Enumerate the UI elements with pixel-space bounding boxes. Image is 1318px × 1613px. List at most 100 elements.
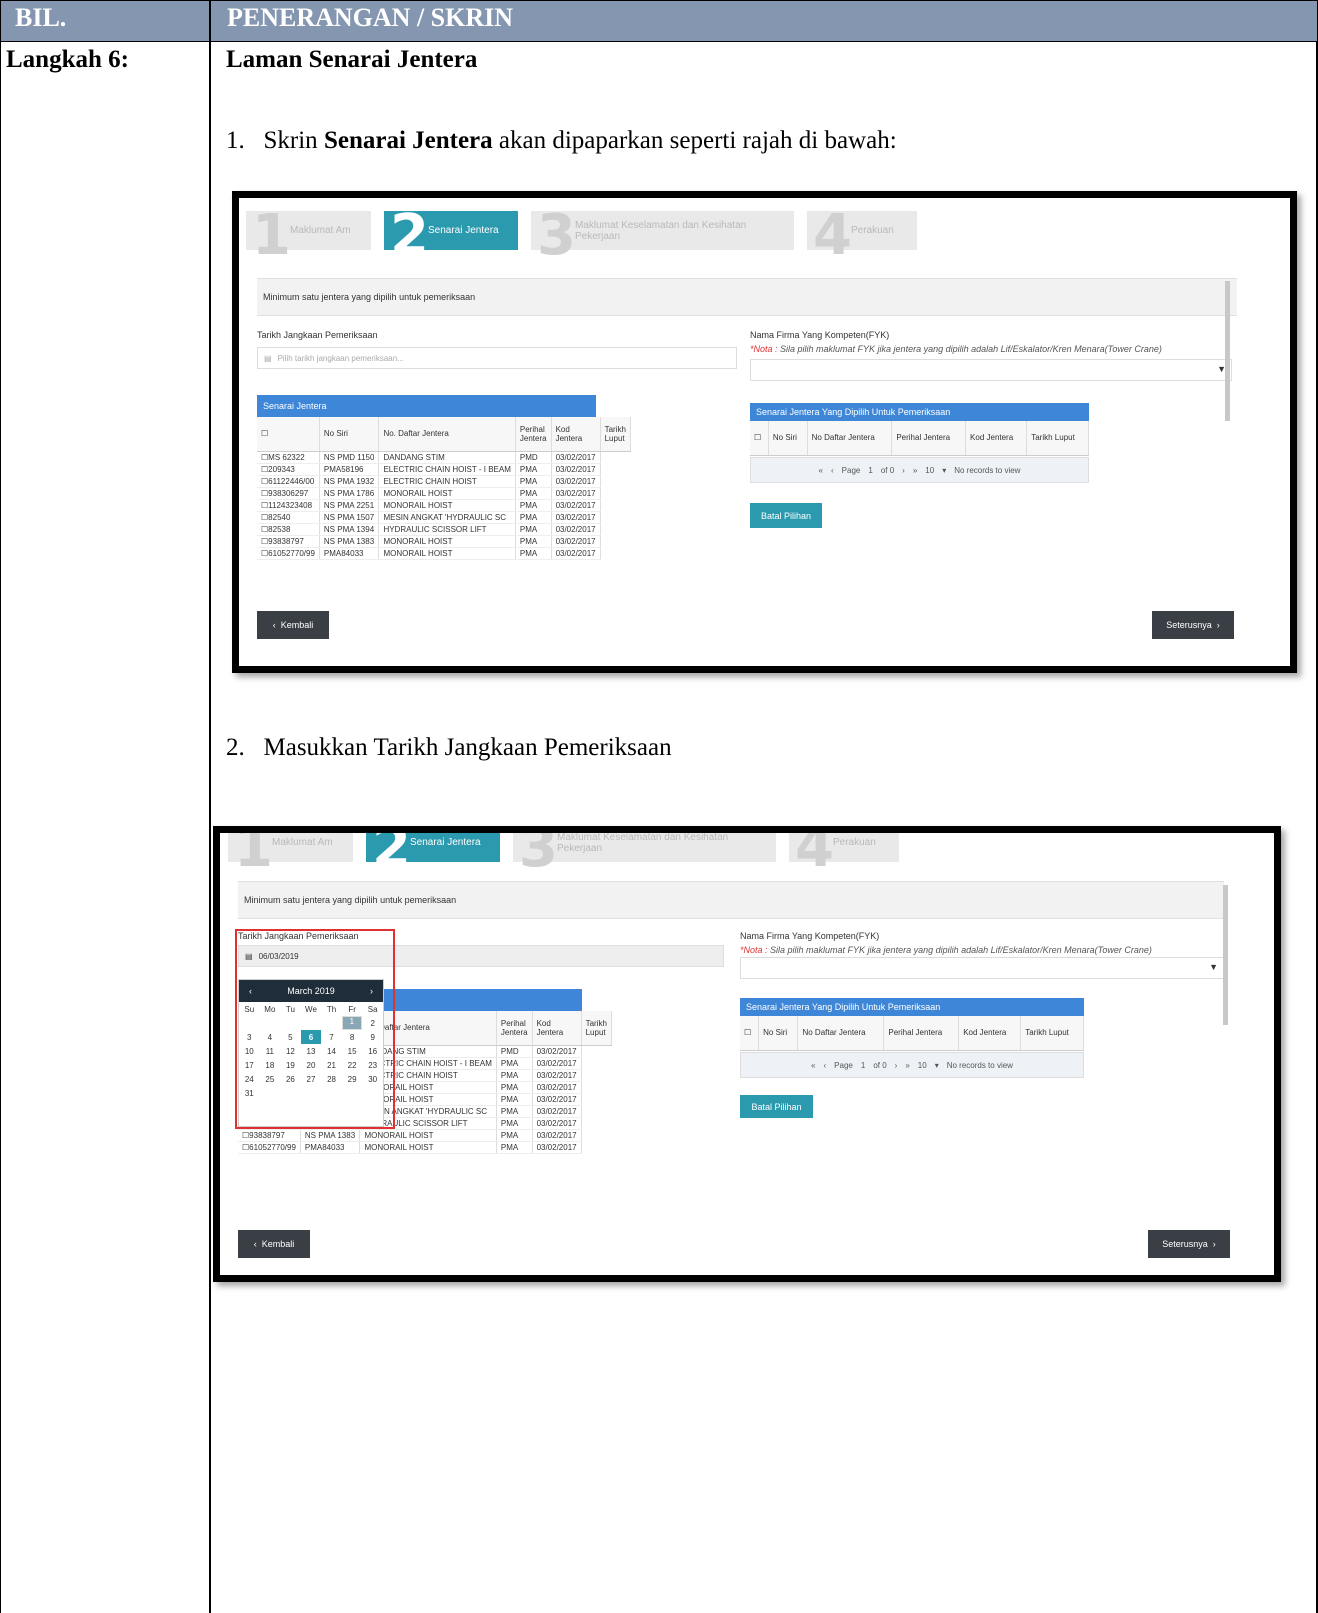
batal-pilihan-button[interactable]: Batal Pilihan (750, 503, 822, 528)
wizard-step-4-number: 4 (813, 203, 852, 268)
row-checkbox[interactable]: ☐61122446/00 (257, 475, 320, 488)
wizard-step-2[interactable]: 2 Senarai Jentera (384, 203, 518, 268)
wizard-step-3b[interactable]: 3 Maklumat Keselamatan dan Kesihatan Peke… (513, 833, 776, 880)
column-header[interactable]: No Daftar Jentera (807, 421, 893, 456)
table-row[interactable]: ☐61052770/99 PMA84033 MONORAIL HOIST PMA 03/… (257, 547, 630, 560)
column-header[interactable]: Kod Jentera (532, 1011, 582, 1046)
row-checkbox[interactable]: ☐93838797 (238, 1129, 301, 1142)
table-cell: 03/02/2017 (551, 463, 601, 476)
seterusnya-button-2[interactable]: Seterusnya › (1148, 1230, 1230, 1258)
row-checkbox[interactable]: ☐938306297 (257, 487, 320, 500)
nota-text-2: Sila pilih maklumat FYK jika jentera yan… (767, 945, 1152, 955)
row-checkbox[interactable]: ☐209343 (257, 463, 320, 476)
table-row[interactable]: ☐938306297NS PMA 1786MONORAIL HOISTPMA03… (257, 487, 630, 500)
column-header[interactable]: Perihal Jentera (515, 417, 552, 452)
column-header[interactable]: No Daftar Jentera (797, 1016, 885, 1051)
table-cell: PMA (515, 535, 552, 548)
table-cell: PMA (496, 1141, 533, 1154)
table-cell: PMA (496, 1117, 533, 1130)
column-header[interactable]: Perihal Jentera (891, 421, 967, 456)
select-all-checkbox[interactable]: ☐ (257, 417, 320, 452)
column-header[interactable]: No Siri (319, 417, 380, 452)
table-cell: MONORAIL HOIST (359, 1129, 497, 1142)
select-all-checkbox[interactable]: ☐ (750, 421, 769, 456)
header-col-bil: BIL. (1, 1, 211, 41)
wizard-step-2b[interactable]: 2 Senarai Jentera (366, 833, 500, 880)
table-row[interactable]: ☐MS 62322NS PMD 1150DANDANG STIMPMD03/02… (257, 451, 630, 464)
table-row[interactable]: ☐1124323408NS PMA 2251MONORAIL HOISTPMA0… (257, 499, 630, 512)
table-cell: PMA (515, 475, 552, 488)
table-cell: 03/02/2017 (551, 547, 601, 560)
column-header[interactable]: Tarikh Luput (600, 417, 631, 452)
table-cell: DANDANG STIM (378, 451, 516, 464)
firm-select-2[interactable]: ▼ (740, 957, 1224, 979)
seterusnya-button[interactable]: Seterusnya › (1152, 611, 1234, 639)
table-row[interactable]: ☐82540NS PMA 1507MESIN ANGKAT 'HYDRAULIC… (257, 511, 630, 524)
prev-page-icon[interactable]: ‹ (824, 1061, 827, 1070)
row-checkbox[interactable]: ☐61052770/99 (238, 1141, 301, 1154)
wizard-step-1b-number: 1 (234, 826, 273, 880)
wizard-step-1b[interactable]: 1 Maklumat Am (228, 833, 353, 880)
next-page-icon[interactable]: › (895, 1061, 898, 1070)
wizard-step-4b[interactable]: 4 Perakuan (789, 833, 899, 880)
row-checkbox[interactable]: ☐93838797 (257, 535, 320, 548)
instruction-1-bold: Senarai Jentera (323, 127, 493, 154)
table-cell: PMA (496, 1081, 533, 1094)
table-row[interactable]: ☐61052770/99 PMA84033 MONORAIL HOIST PMA 03/… (238, 1141, 611, 1154)
last-page-icon[interactable]: » (905, 1061, 909, 1070)
kembali-button-2[interactable]: ‹ Kembali (238, 1230, 310, 1258)
page-word-2: Page (834, 1060, 853, 1070)
info-band: Minimum satu jentera yang dipilih untuk … (257, 278, 1237, 316)
table-row[interactable]: ☐61122446/00NS PMA 1932ELECTRIC CHAIN HO… (257, 475, 630, 488)
seterusnya-label: Seterusnya (1166, 620, 1212, 630)
table-cell: MESIN ANGKAT 'HYDRAULIC SC (378, 511, 516, 524)
column-header[interactable]: Tarikh Luput (581, 1011, 612, 1046)
column-header[interactable]: No Siri (768, 421, 808, 456)
column-header[interactable]: No Siri (758, 1016, 799, 1051)
table-cell: PMA (515, 547, 552, 560)
wizard-step-1[interactable]: 1 Maklumat Am (246, 203, 371, 268)
select-all-checkbox[interactable]: ☐ (740, 1016, 760, 1051)
wizard-step-4[interactable]: 4 Perakuan (807, 203, 917, 268)
table-header-row: ☐ No Siri No Daftar Jentera Perihal Jentera… (740, 1016, 1084, 1051)
wizard-step-3[interactable]: 3 Maklumat Keselamatan dan Kesihatan Peke… (531, 203, 794, 268)
page-number-2[interactable]: 1 (861, 1061, 865, 1070)
date-input[interactable]: ▤ Pilih tarikh jangkaan pemeriksaan... (257, 347, 737, 369)
first-page-icon[interactable]: « (811, 1061, 815, 1070)
column-header[interactable]: Perihal Jentera (883, 1016, 960, 1051)
page-size[interactable]: 10 (925, 466, 934, 475)
row-checkbox[interactable]: ☐82538 (257, 523, 320, 536)
table-row[interactable]: ☐82538NS PMA 1394HYDRAULIC SCISSOR LIFTP… (257, 523, 630, 536)
row-checkbox[interactable]: ☐82540 (257, 511, 320, 524)
column-header[interactable]: Kod Jentera (958, 1016, 1022, 1051)
table-row[interactable]: ☐93838797 NS PMA 1383 MONORAIL HOIST PMA 03/… (238, 1129, 611, 1142)
prev-page-icon[interactable]: ‹ (831, 466, 834, 475)
row-checkbox[interactable]: ☐61052770/99 (257, 547, 320, 560)
kembali-button[interactable]: ‹ Kembali (257, 611, 329, 639)
last-page-icon[interactable]: » (913, 466, 917, 475)
row-checkbox[interactable]: ☐MS 62322 (257, 451, 320, 464)
wizard-step-2-label: Senarai Jentera (428, 225, 499, 236)
page-number[interactable]: 1 (868, 466, 872, 475)
column-header[interactable]: Kod Jentera (965, 421, 1028, 456)
row-checkbox[interactable]: ☐1124323408 (257, 499, 320, 512)
nota-prefix-2: *Nota : (740, 945, 768, 955)
column-header[interactable]: Perihal Jentera (496, 1011, 533, 1046)
scrollbar[interactable] (1225, 281, 1230, 421)
table-cell: ELECTRIC CHAIN HOIST (378, 475, 516, 488)
page-size-2[interactable]: 10 (918, 1061, 927, 1070)
scrollbar-2[interactable] (1223, 885, 1228, 1025)
table-row[interactable]: ☐93838797 NS PMA 1383 MONORAIL HOIST PMA 03/… (257, 535, 630, 548)
column-header[interactable]: Kod Jentera (551, 417, 601, 452)
next-page-icon[interactable]: › (902, 466, 905, 475)
column-header[interactable]: No. Daftar Jentera (378, 417, 516, 452)
table-cell: 03/02/2017 (532, 1057, 582, 1070)
firm-nota: *Nota : Sila pilih maklumat FYK jika jen… (750, 344, 1162, 354)
table-row[interactable]: ☐209343PMA58196ELECTRIC CHAIN HOIST - I … (257, 463, 630, 476)
column-header[interactable]: Tarikh Luput (1026, 421, 1089, 456)
batal-pilihan-button-2[interactable]: Batal Pilihan (740, 1095, 813, 1118)
column-header[interactable]: Tarikh Luput (1020, 1016, 1084, 1051)
firm-select[interactable]: ▼ (750, 359, 1232, 381)
first-page-icon[interactable]: « (819, 466, 823, 475)
step-label: Langkah 6: (6, 46, 129, 73)
